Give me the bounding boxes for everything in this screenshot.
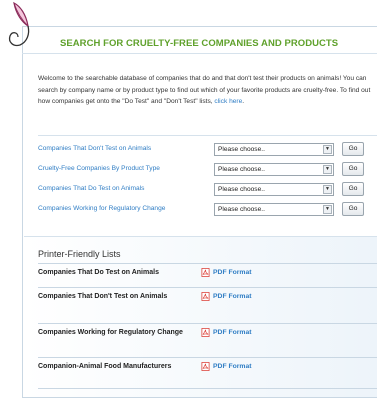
product-type-select[interactable]: Please choose.. ▼ xyxy=(214,163,334,176)
do-test-select[interactable]: Please choose.. ▼ xyxy=(214,183,334,196)
search-label-product-type: Cruelty-Free Companies By Product Type xyxy=(38,165,160,172)
search-row: Companies That Do Test on Animals Please… xyxy=(38,182,377,198)
search-row: Companies Working for Regulatory Change … xyxy=(38,202,377,218)
select-value: Please choose.. xyxy=(218,186,265,193)
pdf-format-link[interactable]: PDF Format xyxy=(213,363,252,370)
chevron-down-icon[interactable]: ▼ xyxy=(323,205,332,214)
dont-test-select[interactable]: Please choose.. ▼ xyxy=(214,143,334,156)
list-item: Companies Working for Regulatory Change … xyxy=(38,323,377,354)
search-row: Cruelty-Free Companies By Product Type P… xyxy=(38,162,377,178)
select-value: Please choose.. xyxy=(218,166,265,173)
regulatory-select[interactable]: Please choose.. ▼ xyxy=(214,203,334,216)
intro-body: Welcome to the searchable database of co… xyxy=(38,75,371,106)
search-divider xyxy=(38,135,377,136)
pdf-format-link[interactable]: PDF Format xyxy=(213,293,252,300)
feather-logo-icon xyxy=(8,1,30,47)
list-item: Companies That Do Test on Animals PDF Fo… xyxy=(38,263,377,286)
go-button[interactable]: Go xyxy=(342,142,364,156)
title-divider xyxy=(22,53,377,54)
list-item-name: Companies That Do Test on Animals xyxy=(38,269,159,276)
select-value: Please choose.. xyxy=(218,146,265,153)
pdf-icon[interactable] xyxy=(201,268,210,277)
intro-suffix: . xyxy=(242,98,245,106)
list-item-name: Companies That Don't Test on Animals xyxy=(38,293,168,300)
chevron-down-icon[interactable]: ▼ xyxy=(323,145,332,154)
search-label-dont-test: Companies That Don't Test on Animals xyxy=(38,145,152,152)
pdf-icon[interactable] xyxy=(201,328,210,337)
search-label-do-test: Companies That Do Test on Animals xyxy=(38,185,145,192)
printer-lists-title: Printer-Friendly Lists xyxy=(38,249,121,259)
intro-text: Welcome to the searchable database of co… xyxy=(38,73,377,108)
page-title: SEARCH FOR CRUELTY-FREE COMPANIES AND PR… xyxy=(60,38,339,49)
click-here-link[interactable]: click here xyxy=(214,98,242,105)
search-row: Companies That Don't Test on Animals Ple… xyxy=(38,142,377,158)
list-item-name: Companies Working for Regulatory Change xyxy=(38,329,183,336)
pdf-icon[interactable] xyxy=(201,292,210,301)
search-label-regulatory: Companies Working for Regulatory Change xyxy=(38,205,166,212)
go-button[interactable]: Go xyxy=(342,182,364,196)
chevron-down-icon[interactable]: ▼ xyxy=(323,165,332,174)
pdf-format-link[interactable]: PDF Format xyxy=(213,329,252,336)
list-item-name: Companion-Animal Food Manufacturers xyxy=(38,363,172,370)
pdf-icon[interactable] xyxy=(201,362,210,371)
pdf-format-link[interactable]: PDF Format xyxy=(213,269,252,276)
list-item: Companion-Animal Food Manufacturers PDF … xyxy=(38,357,377,389)
select-value: Please choose.. xyxy=(218,206,265,213)
chevron-down-icon[interactable]: ▼ xyxy=(323,185,332,194)
list-item: Companies That Don't Test on Animals PDF… xyxy=(38,287,377,318)
go-button[interactable]: Go xyxy=(342,202,364,216)
go-button[interactable]: Go xyxy=(342,162,364,176)
